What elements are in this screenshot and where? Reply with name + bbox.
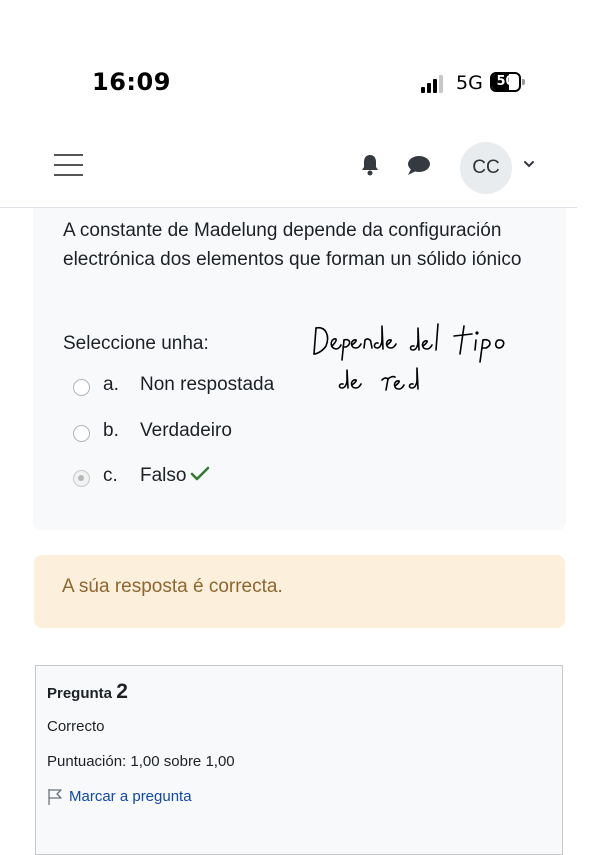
network-label: 5G [456,72,483,94]
question-text: A constante de Madelung depende da confi… [63,220,522,270]
top-navbar: CC [0,135,577,208]
status-bar: 16:09 5G 50 [0,0,599,120]
option-letter: c. [103,465,118,486]
feedback-box: A súa resposta é correcta. [34,555,565,628]
question2-number: 2 [116,680,128,703]
feedback-text: A súa resposta é correcta. [62,576,283,597]
menu-icon[interactable] [54,152,84,176]
answer-prompt: Seleccione unha: [63,333,209,354]
correct-check-icon [191,466,210,481]
chevron-down-icon[interactable] [522,157,536,171]
flag-question-label[interactable]: Marcar a pregunta [69,788,192,805]
user-avatar[interactable]: CC [460,142,512,194]
question2-title: Pregunta 2 [47,680,128,704]
flag-icon [48,789,62,805]
radio-a[interactable] [73,379,90,396]
radio-c-selected[interactable] [73,470,90,487]
battery-icon: 50 [490,72,526,92]
option-label-wrap: Falso [140,465,210,487]
question2-info: Pregunta 2 Correcto Puntuación: 1,00 sob… [35,665,563,855]
option-letter: b. [103,420,119,441]
option-letter: a. [103,374,119,395]
battery-level: 50 [496,74,515,89]
status-time: 16:09 [92,68,171,96]
option-label: Non respostada [140,374,275,395]
question2-grade: Puntuación: 1,00 sobre 1,00 [47,753,235,770]
chat-icon[interactable] [406,154,432,176]
option-label: Falso [140,465,187,486]
handwritten-note [313,323,505,391]
question2-title-prefix: Pregunta [47,685,113,702]
radio-b[interactable] [73,425,90,442]
question2-state: Correcto [47,718,105,735]
signal-icon [421,75,451,93]
bell-icon[interactable] [359,153,381,177]
option-label: Verdadeiro [140,420,232,441]
